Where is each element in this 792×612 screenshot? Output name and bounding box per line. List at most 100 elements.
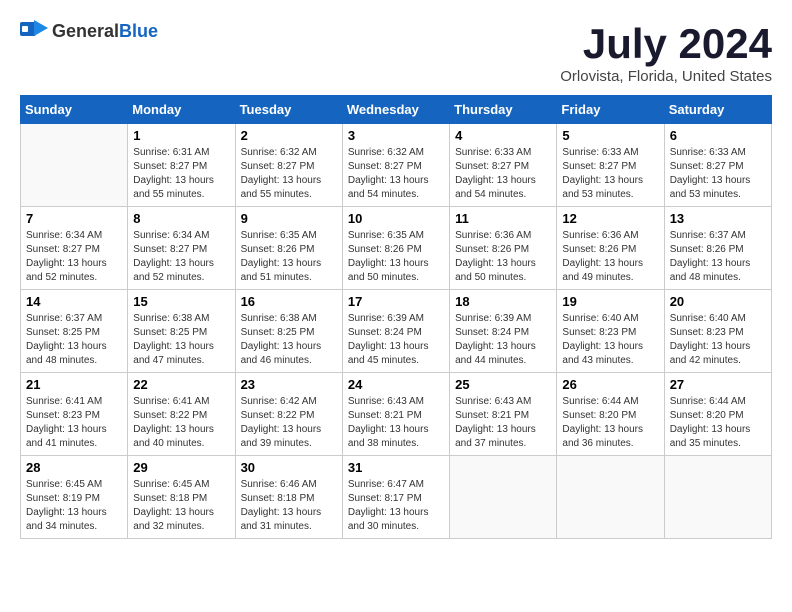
calendar-cell: 5 Sunrise: 6:33 AM Sunset: 8:27 PM Daylig… [557,124,664,207]
calendar-cell: 31 Sunrise: 6:47 AM Sunset: 8:17 PM Dayli… [342,456,449,539]
logo-general: General [52,21,119,41]
day-number: 19 [562,294,658,309]
day-number: 13 [670,211,766,226]
calendar-cell [450,456,557,539]
weekday-header-friday: Friday [557,96,664,124]
day-info: Sunrise: 6:36 AM Sunset: 8:26 PM Dayligh… [455,229,551,285]
calendar-cell: 1 Sunrise: 6:31 AM Sunset: 8:27 PM Daylig… [128,124,235,207]
day-info: Sunrise: 6:43 AM Sunset: 8:21 PM Dayligh… [348,395,444,451]
calendar-cell: 30 Sunrise: 6:46 AM Sunset: 8:18 PM Dayli… [235,456,342,539]
day-info: Sunrise: 6:45 AM Sunset: 8:18 PM Dayligh… [133,478,229,534]
day-info: Sunrise: 6:34 AM Sunset: 8:27 PM Dayligh… [26,229,122,285]
day-number: 4 [455,128,551,143]
day-number: 18 [455,294,551,309]
day-number: 2 [241,128,337,143]
calendar-cell: 22 Sunrise: 6:41 AM Sunset: 8:22 PM Dayli… [128,373,235,456]
page-header: GeneralBlue July 2024 Orlovista, Florida… [20,20,772,85]
calendar-cell: 17 Sunrise: 6:39 AM Sunset: 8:24 PM Dayli… [342,290,449,373]
day-number: 10 [348,211,444,226]
page-subtitle: Orlovista, Florida, United States [560,68,772,85]
day-info: Sunrise: 6:41 AM Sunset: 8:23 PM Dayligh… [26,395,122,451]
calendar-cell: 29 Sunrise: 6:45 AM Sunset: 8:18 PM Dayli… [128,456,235,539]
day-number: 27 [670,377,766,392]
calendar-cell: 3 Sunrise: 6:32 AM Sunset: 8:27 PM Daylig… [342,124,449,207]
day-info: Sunrise: 6:47 AM Sunset: 8:17 PM Dayligh… [348,478,444,534]
weekday-header-thursday: Thursday [450,96,557,124]
day-number: 5 [562,128,658,143]
calendar-cell: 9Sunrise: 6:35 AM Sunset: 8:26 PM Daylig… [235,207,342,290]
day-number: 31 [348,460,444,475]
calendar-cell: 12 Sunrise: 6:36 AM Sunset: 8:26 PM Dayli… [557,207,664,290]
day-number: 11 [455,211,551,226]
day-info: Sunrise: 6:44 AM Sunset: 8:20 PM Dayligh… [562,395,658,451]
day-info: Sunrise: 6:35 AM Sunset: 8:26 PM Dayligh… [348,229,444,285]
calendar-cell: 2Sunrise: 6:32 AM Sunset: 8:27 PM Daylig… [235,124,342,207]
day-info: Sunrise: 6:38 AM Sunset: 8:25 PM Dayligh… [241,312,337,368]
day-info: Sunrise: 6:40 AM Sunset: 8:23 PM Dayligh… [670,312,766,368]
day-info: Sunrise: 6:31 AM Sunset: 8:27 PM Dayligh… [133,146,229,202]
day-number: 1 [133,128,229,143]
calendar-cell: 11 Sunrise: 6:36 AM Sunset: 8:26 PM Dayli… [450,207,557,290]
day-info: Sunrise: 6:46 AM Sunset: 8:18 PM Dayligh… [241,478,337,534]
day-number: 6 [670,128,766,143]
day-number: 21 [26,377,122,392]
calendar-cell [557,456,664,539]
title-area: July 2024 Orlovista, Florida, United Sta… [560,20,772,85]
calendar-cell: 28Sunrise: 6:45 AM Sunset: 8:19 PM Dayli… [21,456,128,539]
calendar-cell: 16Sunrise: 6:38 AM Sunset: 8:25 PM Dayli… [235,290,342,373]
day-info: Sunrise: 6:39 AM Sunset: 8:24 PM Dayligh… [455,312,551,368]
calendar-cell: 18 Sunrise: 6:39 AM Sunset: 8:24 PM Dayli… [450,290,557,373]
day-info: Sunrise: 6:43 AM Sunset: 8:21 PM Dayligh… [455,395,551,451]
day-info: Sunrise: 6:33 AM Sunset: 8:27 PM Dayligh… [670,146,766,202]
day-number: 20 [670,294,766,309]
weekday-header-tuesday: Tuesday [235,96,342,124]
calendar-cell: 24 Sunrise: 6:43 AM Sunset: 8:21 PM Dayli… [342,373,449,456]
calendar-cell: 4 Sunrise: 6:33 AM Sunset: 8:27 PM Daylig… [450,124,557,207]
logo-blue: Blue [119,21,158,41]
day-info: Sunrise: 6:34 AM Sunset: 8:27 PM Dayligh… [133,229,229,285]
calendar-cell: 6 Sunrise: 6:33 AM Sunset: 8:27 PM Daylig… [664,124,771,207]
logo: GeneralBlue [20,20,158,42]
calendar-cell: 23Sunrise: 6:42 AM Sunset: 8:22 PM Dayli… [235,373,342,456]
calendar-cell: 25 Sunrise: 6:43 AM Sunset: 8:21 PM Dayli… [450,373,557,456]
day-info: Sunrise: 6:33 AM Sunset: 8:27 PM Dayligh… [455,146,551,202]
day-info: Sunrise: 6:33 AM Sunset: 8:27 PM Dayligh… [562,146,658,202]
calendar-cell: 19 Sunrise: 6:40 AM Sunset: 8:23 PM Dayli… [557,290,664,373]
day-number: 17 [348,294,444,309]
weekday-header-wednesday: Wednesday [342,96,449,124]
weekday-header-sunday: Sunday [21,96,128,124]
day-number: 15 [133,294,229,309]
day-info: Sunrise: 6:35 AM Sunset: 8:26 PM Dayligh… [241,229,337,285]
day-info: Sunrise: 6:42 AM Sunset: 8:22 PM Dayligh… [241,395,337,451]
logo-icon [20,20,48,42]
day-number: 3 [348,128,444,143]
weekday-header-saturday: Saturday [664,96,771,124]
calendar-cell: 13 Sunrise: 6:37 AM Sunset: 8:26 PM Dayli… [664,207,771,290]
day-number: 22 [133,377,229,392]
day-number: 8 [133,211,229,226]
day-number: 29 [133,460,229,475]
day-info: Sunrise: 6:44 AM Sunset: 8:20 PM Dayligh… [670,395,766,451]
day-info: Sunrise: 6:41 AM Sunset: 8:22 PM Dayligh… [133,395,229,451]
day-number: 24 [348,377,444,392]
day-number: 25 [455,377,551,392]
day-info: Sunrise: 6:32 AM Sunset: 8:27 PM Dayligh… [348,146,444,202]
day-info: Sunrise: 6:37 AM Sunset: 8:26 PM Dayligh… [670,229,766,285]
day-number: 14 [26,294,122,309]
day-number: 30 [241,460,337,475]
page-title: July 2024 [560,20,772,68]
day-number: 26 [562,377,658,392]
calendar-cell: 15 Sunrise: 6:38 AM Sunset: 8:25 PM Dayli… [128,290,235,373]
day-info: Sunrise: 6:39 AM Sunset: 8:24 PM Dayligh… [348,312,444,368]
day-info: Sunrise: 6:36 AM Sunset: 8:26 PM Dayligh… [562,229,658,285]
day-number: 28 [26,460,122,475]
day-info: Sunrise: 6:38 AM Sunset: 8:25 PM Dayligh… [133,312,229,368]
day-number: 12 [562,211,658,226]
calendar-cell: 10 Sunrise: 6:35 AM Sunset: 8:26 PM Dayli… [342,207,449,290]
calendar-table: SundayMondayTuesdayWednesdayThursdayFrid… [20,95,772,539]
calendar-cell: 26 Sunrise: 6:44 AM Sunset: 8:20 PM Dayli… [557,373,664,456]
calendar-cell [21,124,128,207]
day-info: Sunrise: 6:40 AM Sunset: 8:23 PM Dayligh… [562,312,658,368]
calendar-cell: 7Sunrise: 6:34 AM Sunset: 8:27 PM Daylig… [21,207,128,290]
calendar-cell: 21 Sunrise: 6:41 AM Sunset: 8:23 PM Dayli… [21,373,128,456]
